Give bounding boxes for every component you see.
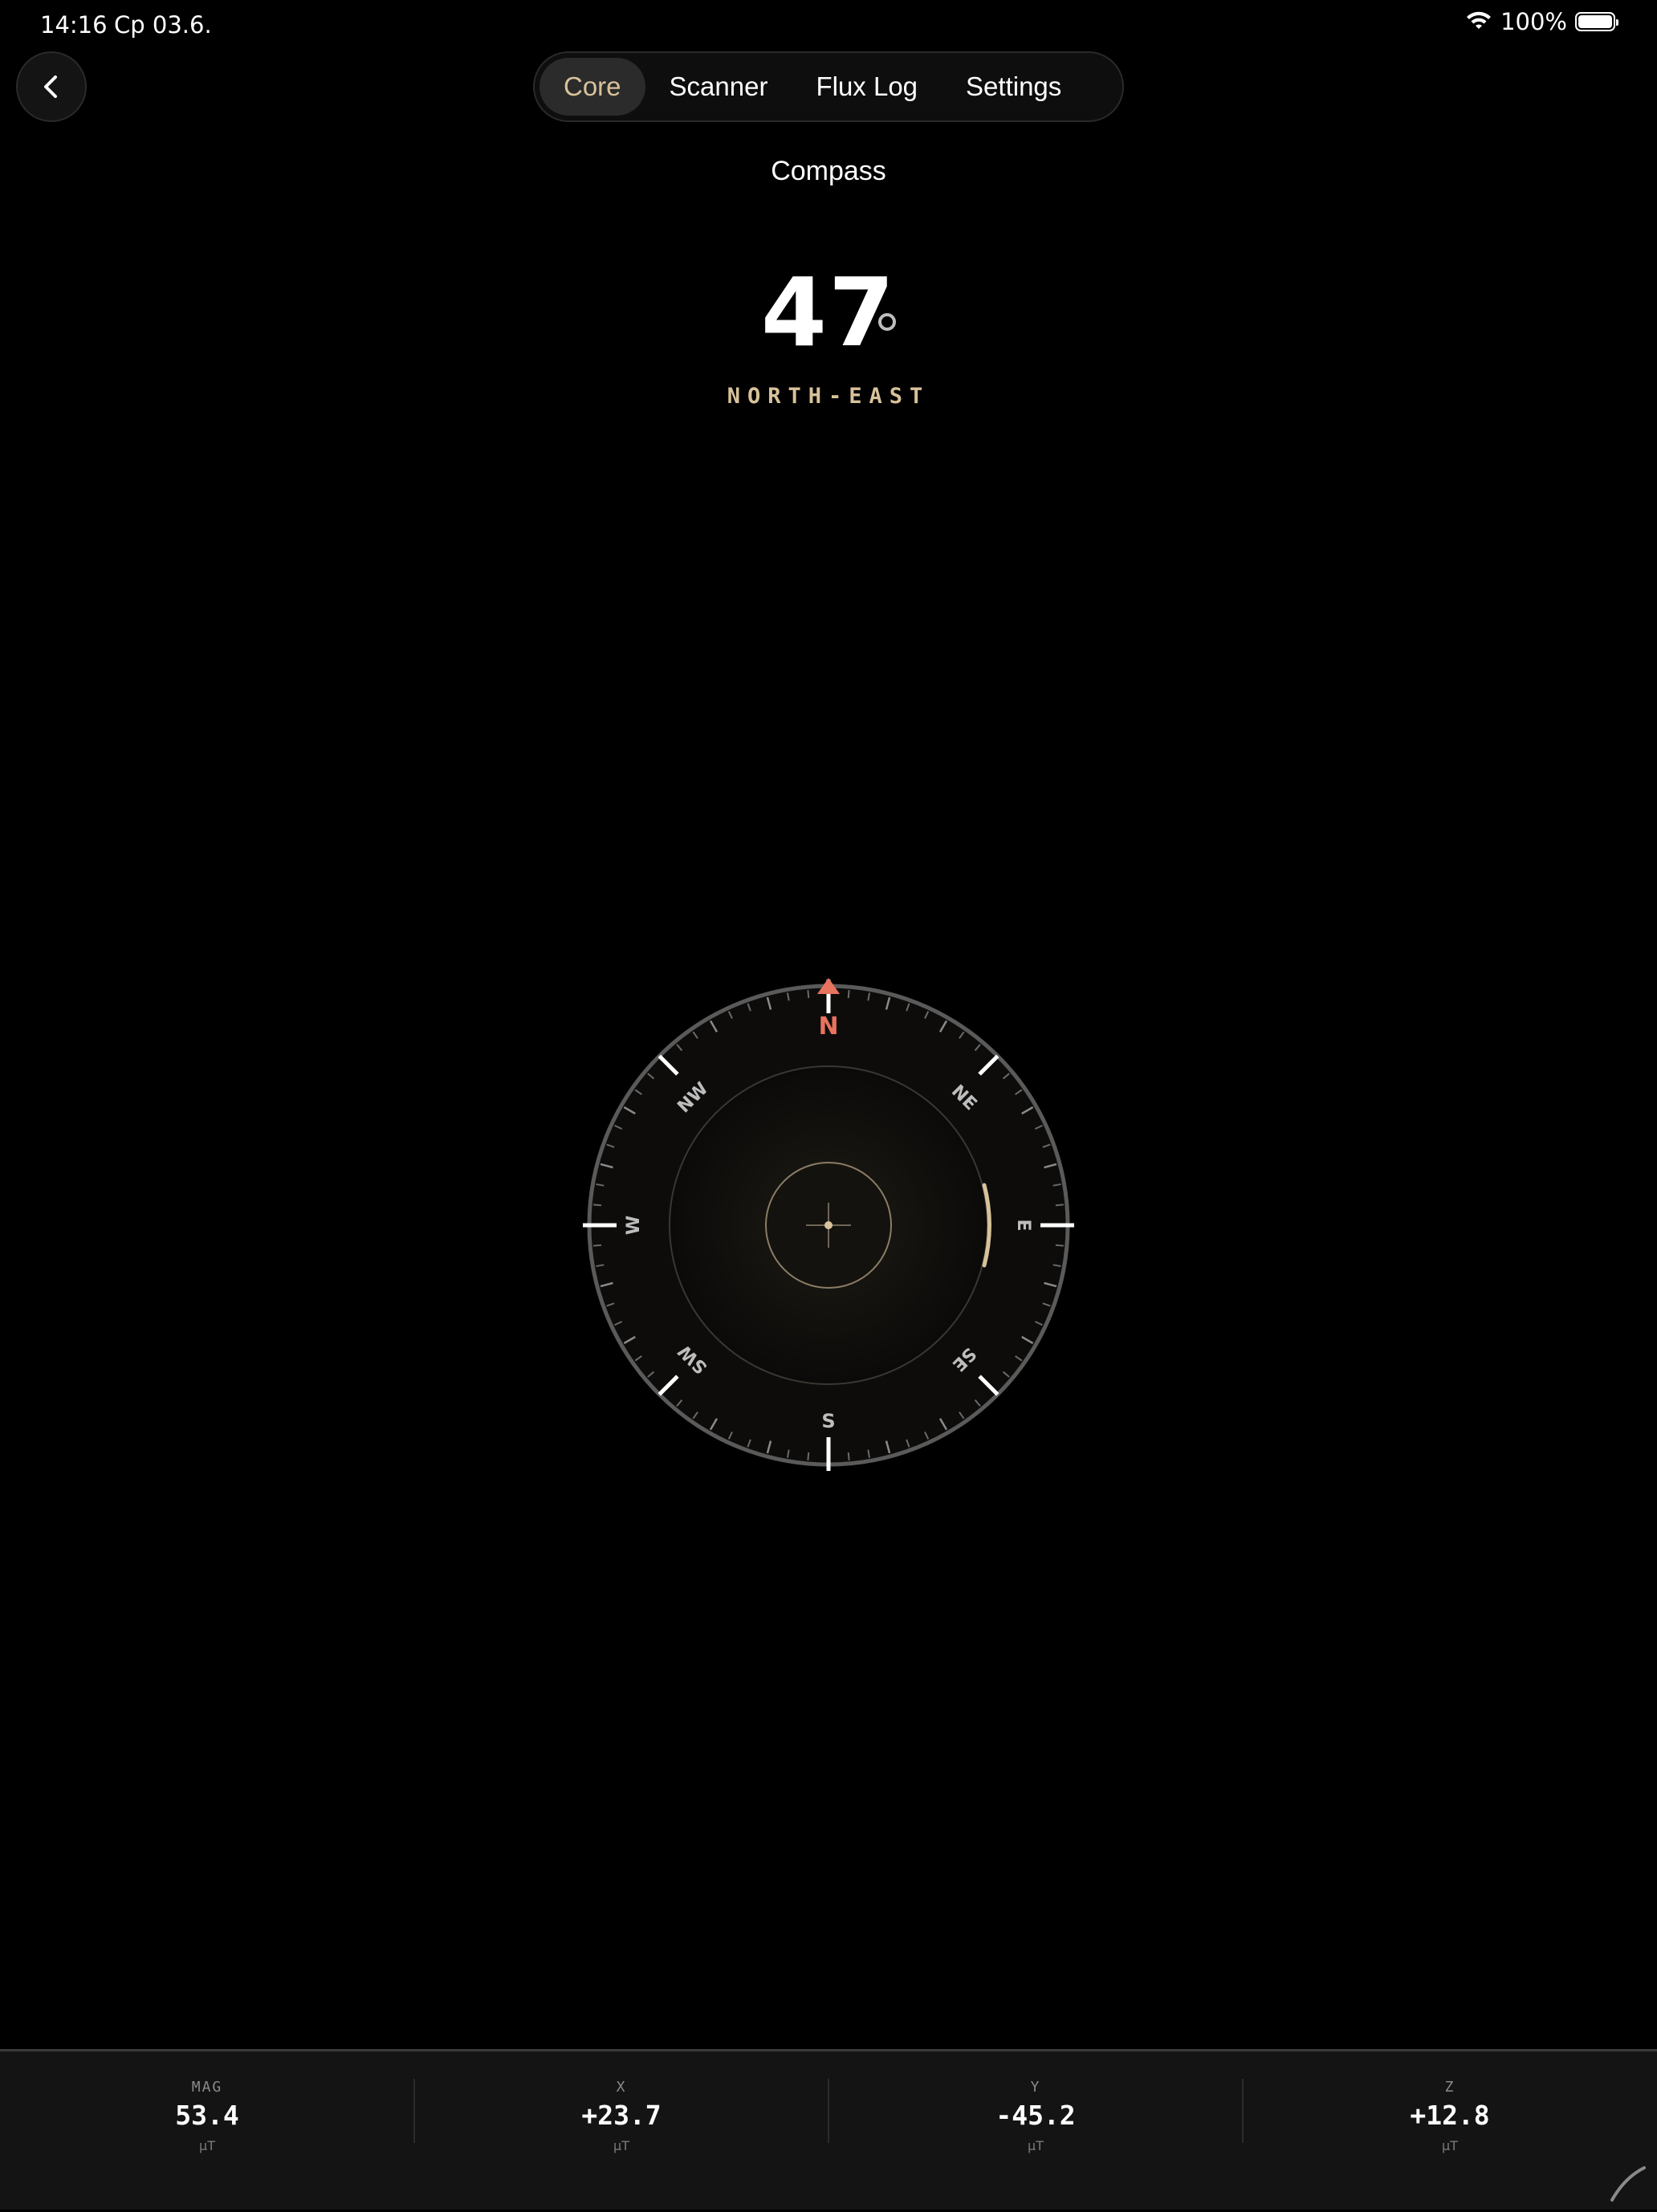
tab-flux-log[interactable]: Flux Log (792, 58, 942, 116)
stat-mag: MAG 53.4 μT (0, 2051, 414, 2212)
stat-x: X +23.7 μT (414, 2051, 828, 2212)
battery-icon (1575, 12, 1618, 31)
stat-value: +12.8 (1410, 2100, 1490, 2131)
stat-label: Z (1444, 2079, 1455, 2096)
center-dot (824, 1221, 833, 1229)
compass-tick (593, 1204, 602, 1207)
stat-unit: μT (199, 2138, 215, 2153)
status-indicators: 100% (1465, 8, 1618, 35)
heading-degrees: 47 (760, 257, 897, 368)
status-date: Ср 03.6. (114, 11, 212, 39)
page-title: Compass (771, 156, 886, 186)
stat-z: Z +12.8 μT (1243, 2051, 1657, 2212)
battery-percent: 100% (1500, 8, 1567, 35)
chevron-left-icon (44, 75, 57, 98)
compass-dial[interactable]: N S E W NE NW SE SW (580, 976, 1077, 1474)
stat-value: 53.4 (175, 2100, 239, 2131)
compass-tick (1055, 1244, 1064, 1247)
heading-readout: 47 (0, 257, 1657, 368)
compass-label-s: S (821, 1410, 835, 1432)
back-button[interactable] (16, 51, 87, 122)
stat-label: Y (1030, 2079, 1041, 2096)
tab-bar: Core Scanner Flux Log Settings (533, 51, 1124, 122)
heading-direction: NORTH-EAST (727, 384, 930, 409)
stat-value: -45.2 (995, 2100, 1076, 2131)
compass-tick (1055, 1204, 1064, 1207)
stat-unit: μT (613, 2138, 629, 2153)
compass-label-w: W (624, 1216, 644, 1235)
compass-tick (593, 1244, 602, 1247)
tab-core[interactable]: Core (539, 58, 645, 116)
status-bar: 14:16 Ср 03.6. 100% (0, 0, 1657, 51)
stat-value: +23.7 (581, 2100, 662, 2131)
tab-scanner[interactable]: Scanner (645, 58, 792, 116)
compass-label-e: E (1013, 1219, 1033, 1231)
degree-symbol (878, 313, 896, 331)
sensor-stats-panel: MAG 53.4 μT X +23.7 μT Y -45.2 μT Z +12.… (0, 2049, 1657, 2210)
wifi-icon (1467, 11, 1492, 29)
stat-label: X (616, 2079, 627, 2096)
stat-label: MAG (191, 2079, 223, 2096)
resize-handle-icon[interactable] (1607, 2163, 1647, 2203)
stat-y: Y -45.2 μT (828, 2051, 1243, 2212)
status-time: 14:16 (40, 11, 108, 39)
stat-unit: μT (1442, 2138, 1458, 2153)
stat-unit: μT (1028, 2138, 1044, 2153)
compass-label-n: N (818, 1012, 838, 1041)
tab-settings[interactable]: Settings (942, 58, 1085, 116)
